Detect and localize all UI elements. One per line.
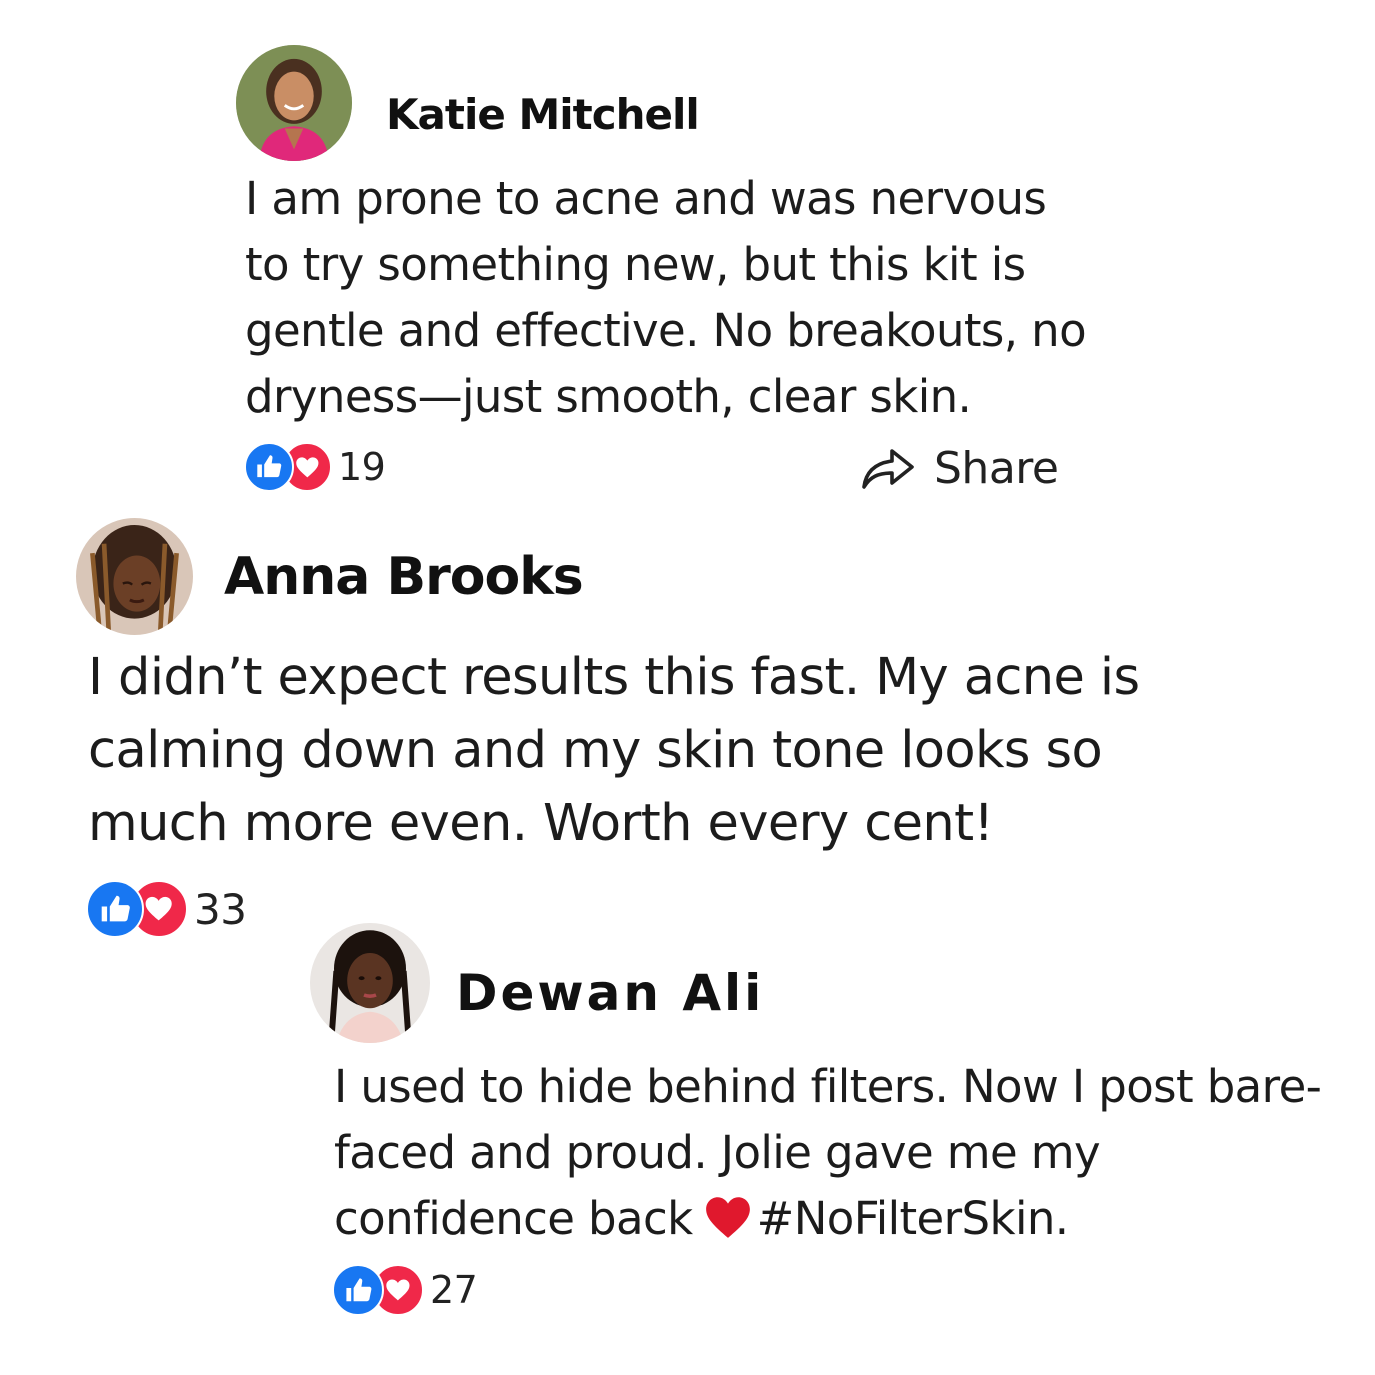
comment-text-line: gentle and effective. No breakouts, no	[245, 304, 1087, 357]
comment-text: I didn’t expect results this fast. My ac…	[88, 641, 1140, 860]
comment-text-line: dryness—just smooth, clear skin.	[245, 370, 972, 423]
comment-text-line-last: confidence back #NoFilterSkin.	[334, 1186, 1321, 1252]
comment-text-line: calming down and my skin tone looks so	[88, 721, 1103, 780]
comment-text-fragment: confidence back	[334, 1192, 693, 1245]
avatar-photo-icon	[76, 518, 193, 635]
reactions-summary[interactable]: 33	[86, 880, 247, 938]
reactions-summary[interactable]: 19	[244, 442, 386, 492]
comment-text-line: much more even. Worth every cent!	[88, 794, 994, 853]
thumbs-up-icon	[244, 442, 294, 492]
avatar[interactable]	[236, 45, 352, 161]
reaction-count: 33	[194, 884, 247, 934]
thumbs-up-icon	[86, 880, 144, 938]
thumbs-up-icon	[332, 1264, 384, 1316]
share-button[interactable]: Share	[860, 443, 1059, 494]
share-arrow-icon	[862, 448, 914, 489]
avatar[interactable]	[310, 923, 430, 1043]
avatar-photo-icon	[236, 45, 352, 161]
comment-text-line: to try something new, but this kit is	[245, 238, 1026, 291]
comment-text-line: faced and proud. Jolie gave me my	[334, 1126, 1101, 1179]
author-name[interactable]: Anna Brooks	[224, 547, 584, 607]
avatar-photo-icon	[310, 923, 430, 1043]
comment-text-line: I used to hide behind filters. Now I pos…	[334, 1060, 1322, 1113]
share-label: Share	[934, 443, 1059, 494]
reaction-count: 19	[338, 445, 386, 489]
reaction-count: 27	[430, 1268, 478, 1312]
author-name[interactable]: Dewan Ali	[456, 964, 764, 1022]
author-name[interactable]: Katie Mitchell	[386, 90, 700, 139]
comment-text: I am prone to acne and was nervous to tr…	[245, 166, 1087, 430]
avatar[interactable]	[76, 518, 193, 635]
red-heart-emoji-icon	[705, 1197, 750, 1238]
comment-text-line: I didn’t expect results this fast. My ac…	[88, 648, 1140, 707]
reactions-summary[interactable]: 27	[332, 1264, 478, 1316]
comment-text-line: I am prone to acne and was nervous	[245, 172, 1047, 225]
hashtag[interactable]: #NoFilterSkin.	[757, 1192, 1070, 1245]
comment-text: I used to hide behind filters. Now I pos…	[334, 1054, 1322, 1252]
